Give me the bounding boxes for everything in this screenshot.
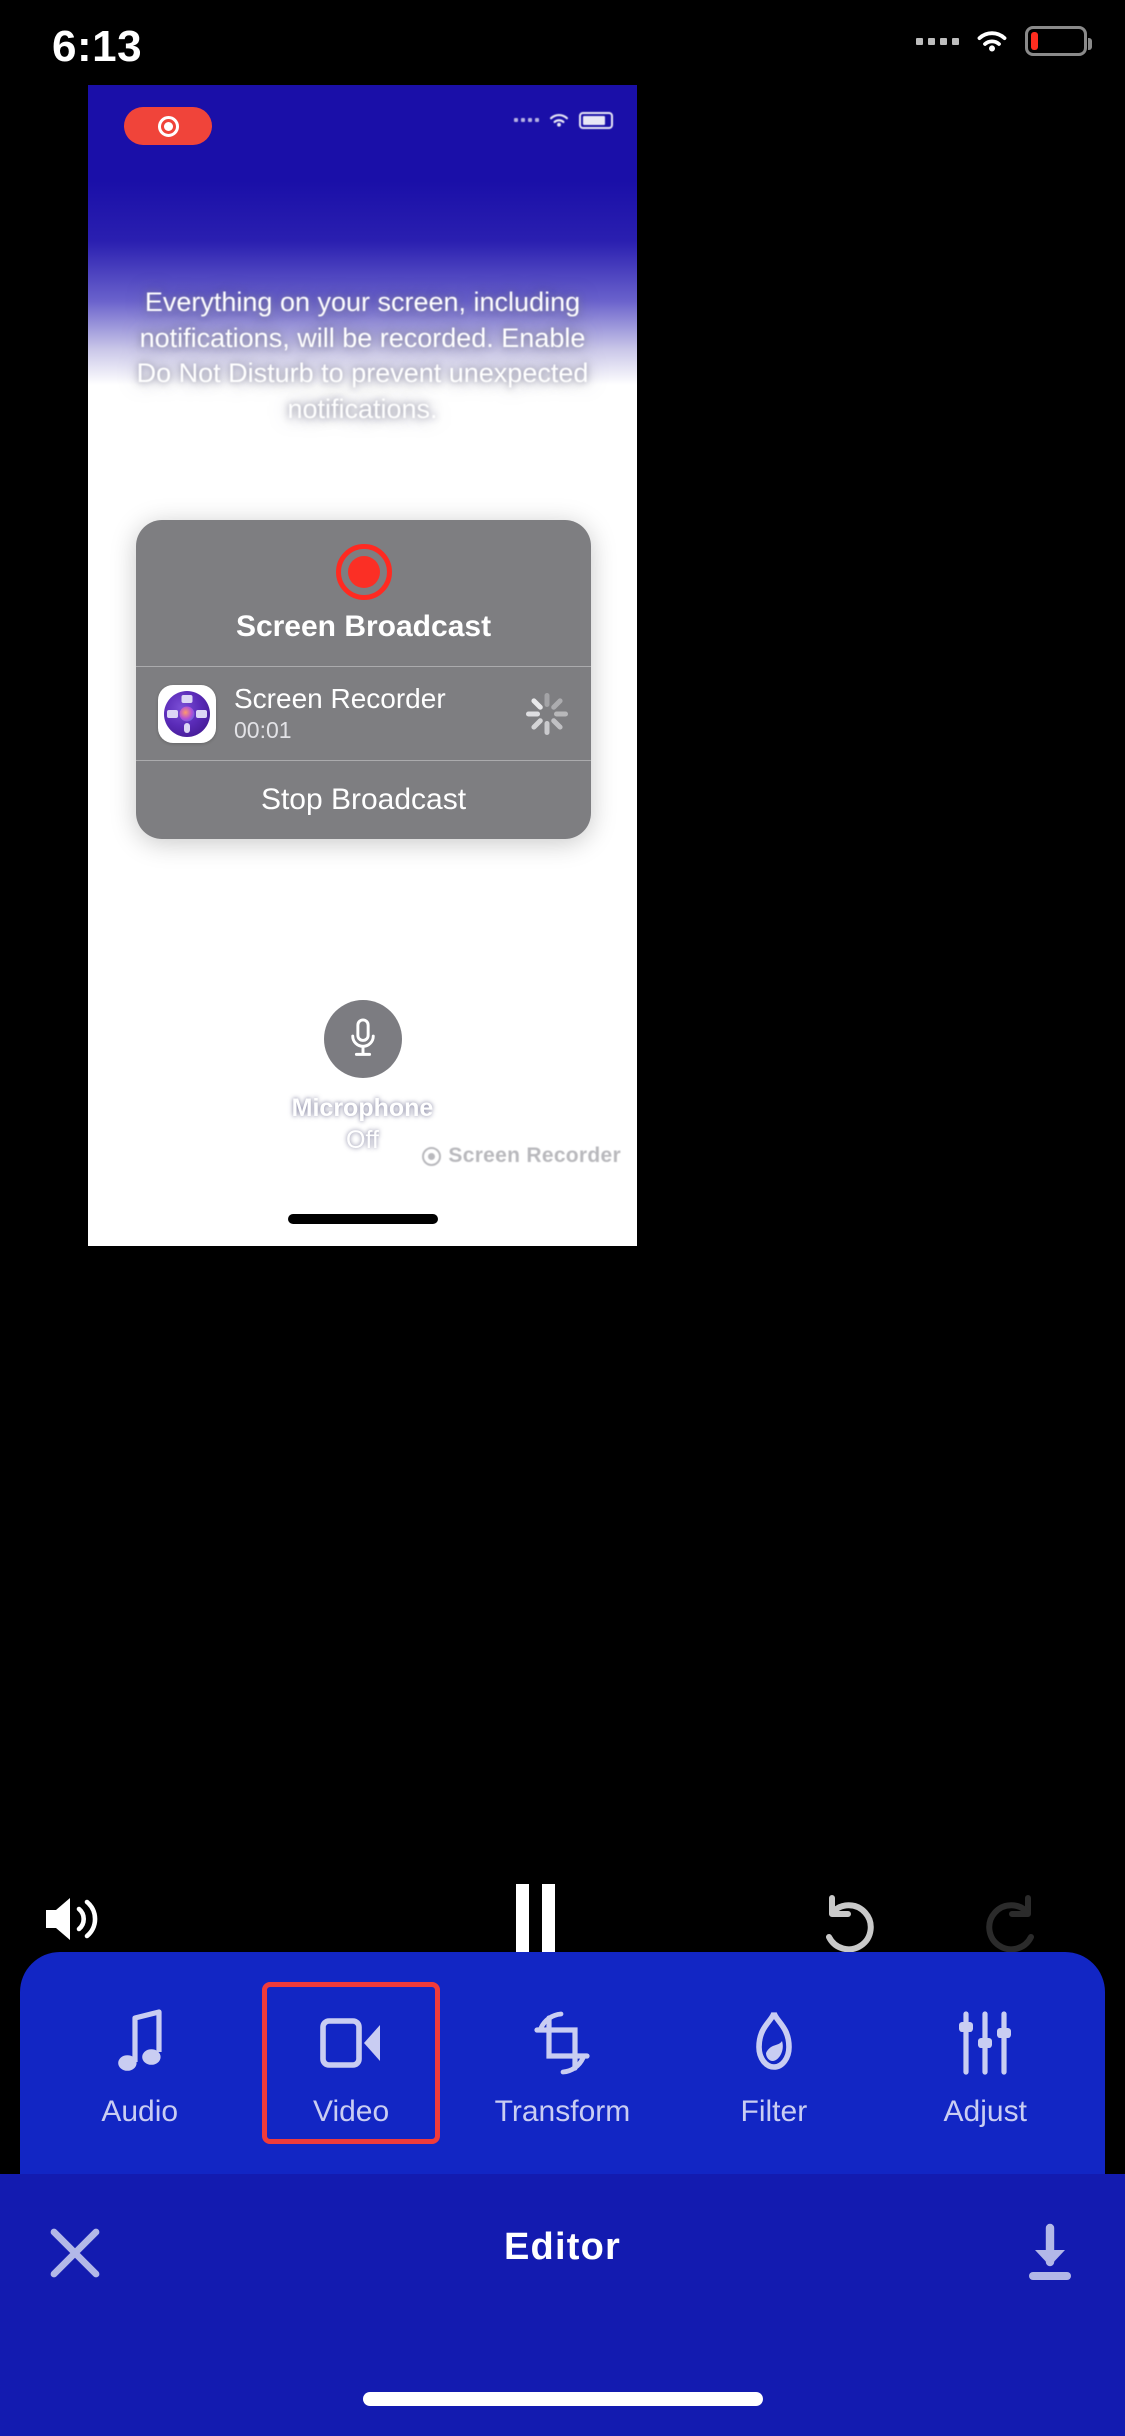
undo-button[interactable] [810,1890,880,1957]
battery-icon [579,111,613,129]
watermark: Screen Recorder [422,1144,621,1168]
status-bar-indicators [916,26,1092,56]
volume-button[interactable] [40,1890,108,1953]
tool-filter[interactable]: Filter [690,1987,858,2139]
record-icon [422,1146,442,1166]
wifi-icon [550,114,568,127]
filter-droplet-icon [690,2005,858,2081]
preview-status-indicators [514,111,613,129]
alert-title: Screen Broadcast [235,610,492,643]
preview-home-indicator [287,1214,438,1224]
microphone-icon [350,1018,375,1056]
screen-root: 6:13 Everything on your screen, includin… [0,0,1125,2436]
signal-dots-icon [514,118,539,122]
tool-label: Video [312,2095,390,2128]
battery-low-icon [1025,26,1092,56]
tool-transform[interactable]: Transform [478,1987,646,2139]
broadcast-elapsed-time: 00:01 [234,717,292,744]
video-camera-icon [267,2005,435,2081]
watermark-text: Screen Recorder [448,1144,621,1167]
status-bar: 6:13 [0,0,1125,88]
tool-label: Transform [494,2095,631,2128]
video-preview[interactable]: Everything on your screen, including not… [88,85,637,1246]
record-circle-icon [335,544,392,600]
recording-indicator-pill [124,107,212,145]
broadcast-app-row[interactable]: Screen Recorder 00:01 [136,666,591,762]
tool-label: Audio [101,2095,179,2128]
tool-label: Filter [740,2095,808,2128]
microphone-control[interactable]: Microphone Off [88,1000,637,1156]
tool-audio[interactable]: Audio [56,1987,224,2139]
status-bar-time: 6:13 [52,22,143,71]
speaker-wave-icon [46,1898,98,1940]
crop-rotate-icon [478,2005,646,2081]
sliders-icon [901,2005,1069,2081]
signal-dots-icon [916,37,959,45]
editor-toolbar: Audio Video Transform Filter Adjust [20,1952,1105,2174]
pause-icon [516,1884,555,1952]
bottom-bar: Editor [0,2174,1125,2436]
wifi-icon [977,31,1007,52]
undo-arrow-icon [826,1895,874,1953]
activity-spinner-icon [525,692,569,736]
recording-notice-text: Everything on your screen, including not… [136,287,589,424]
save-button[interactable] [1011,2214,1089,2292]
download-arrow-icon [1029,2223,1071,2280]
music-note-icon [56,2005,224,2081]
redo-button[interactable] [980,1890,1050,1957]
screen-recorder-app-icon [158,684,216,743]
screen-broadcast-alert: Screen Broadcast Screen Recorder 00:01 S… [136,520,591,840]
microphone-toggle-button[interactable] [323,1000,402,1078]
tool-label: Adjust [943,2095,1027,2128]
tool-video[interactable]: Video [262,1982,441,2144]
record-icon [157,115,179,137]
microphone-label: Microphone [291,1094,434,1122]
home-indicator [362,2392,763,2406]
broadcast-app-name: Screen Recorder [234,683,446,714]
pause-button[interactable] [506,1880,566,1961]
alert-header: Screen Broadcast [136,520,591,666]
tool-adjust[interactable]: Adjust [901,1987,1069,2139]
stop-broadcast-button[interactable]: Stop Broadcast [136,761,591,839]
page-title: Editor [504,2226,621,2268]
redo-arrow-icon [986,1895,1034,1953]
